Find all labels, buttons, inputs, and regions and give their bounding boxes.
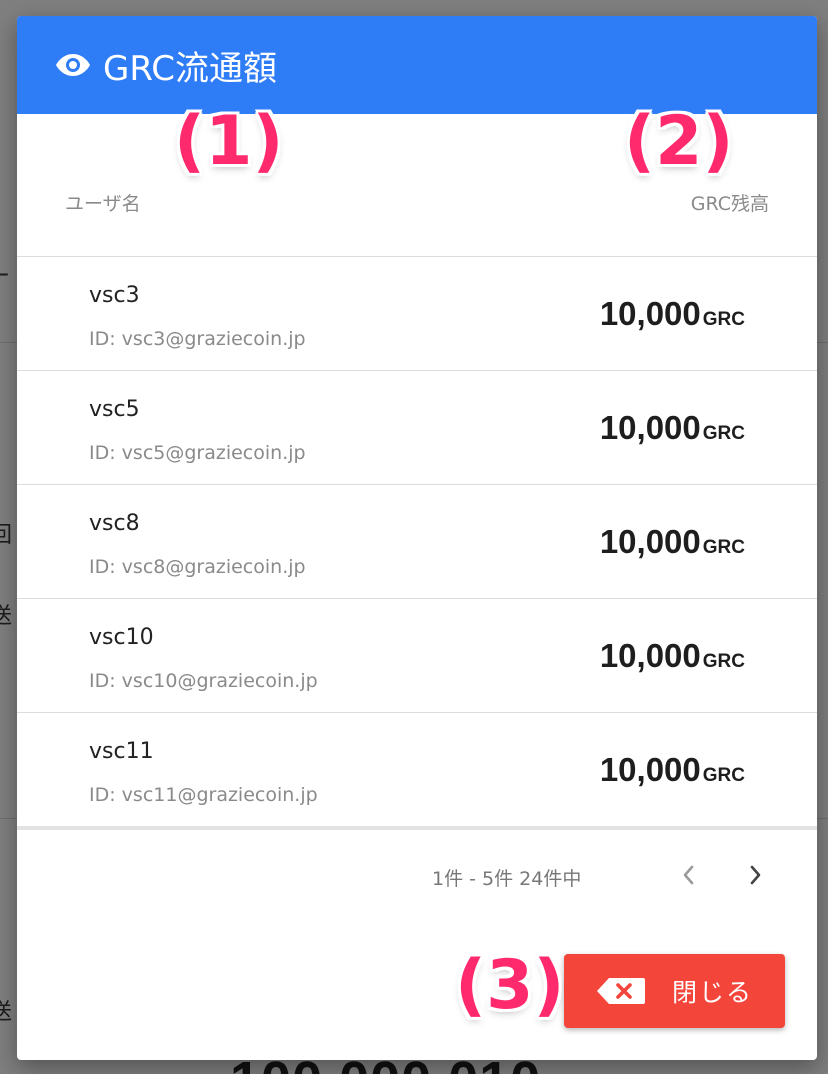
balance-unit: GRC bbox=[702, 537, 745, 558]
background-text: 送 bbox=[0, 1000, 13, 1025]
background-text: 回 bbox=[0, 523, 13, 548]
table-row[interactable]: vsc3 ID: vsc3@graziecoin.jp 10,000 GRC bbox=[17, 257, 817, 371]
user-name: vsc8 bbox=[89, 511, 140, 536]
user-name: vsc5 bbox=[89, 397, 140, 422]
user-id: ID: vsc5@graziecoin.jp bbox=[89, 442, 306, 464]
balance-value: 10,000 bbox=[599, 409, 701, 446]
annotation-marker-3: (3) bbox=[455, 946, 565, 1025]
dialog-header: GRC流通額 bbox=[17, 16, 817, 114]
column-header-balance[interactable]: GRC残高 bbox=[691, 189, 769, 216]
column-header-user[interactable]: ユーザ名 bbox=[65, 189, 141, 216]
user-name: vsc10 bbox=[89, 625, 154, 650]
balance-unit: GRC bbox=[702, 651, 745, 672]
next-page-button[interactable] bbox=[738, 859, 774, 895]
grc-balance: 10,000 GRC bbox=[600, 637, 745, 675]
user-id: ID: vsc11@graziecoin.jp bbox=[89, 784, 318, 806]
table-row[interactable]: vsc5 ID: vsc5@graziecoin.jp 10,000 GRC bbox=[17, 371, 817, 485]
table-row[interactable]: vsc10 ID: vsc10@graziecoin.jp 10,000 GRC bbox=[17, 599, 817, 713]
balance-unit: GRC bbox=[702, 309, 745, 330]
grc-balance: 10,000 GRC bbox=[600, 523, 745, 561]
backspace-x-icon bbox=[596, 977, 646, 1005]
annotation-marker-2: (2) bbox=[624, 102, 734, 181]
close-button-label: 閉じる bbox=[671, 978, 753, 1007]
balance-value: 10,000 bbox=[599, 751, 701, 788]
table-footer-divider bbox=[17, 826, 817, 830]
grc-balance: 10,000 GRC bbox=[600, 295, 745, 333]
balance-unit: GRC bbox=[702, 423, 745, 444]
chevron-right-icon bbox=[749, 864, 763, 890]
table-row[interactable]: vsc8 ID: vsc8@graziecoin.jp 10,000 GRC bbox=[17, 485, 817, 599]
annotation-marker-1: (1) bbox=[174, 102, 284, 181]
user-id: ID: vsc8@graziecoin.jp bbox=[89, 556, 306, 578]
background-text: ー bbox=[0, 258, 10, 290]
previous-page-button[interactable] bbox=[670, 859, 706, 895]
grc-balance: 10,000 GRC bbox=[600, 409, 745, 447]
table-row[interactable]: vsc11 ID: vsc11@graziecoin.jp 10,000 GRC bbox=[17, 713, 817, 827]
balance-unit: GRC bbox=[702, 765, 745, 786]
eye-icon bbox=[55, 52, 91, 78]
user-id: ID: vsc3@graziecoin.jp bbox=[89, 328, 306, 350]
balance-value: 10,000 bbox=[599, 637, 701, 674]
balance-value: 10,000 bbox=[599, 295, 701, 332]
pagination-summary: 1件 - 5件 24件中 bbox=[432, 868, 582, 890]
balance-value: 10,000 bbox=[599, 523, 701, 560]
chevron-left-icon bbox=[681, 864, 695, 890]
close-button[interactable]: 閉じる bbox=[564, 954, 785, 1028]
user-name: vsc3 bbox=[89, 283, 140, 308]
user-balance-list: vsc3 ID: vsc3@graziecoin.jp 10,000 GRC vs… bbox=[17, 257, 817, 827]
user-id: ID: vsc10@graziecoin.jp bbox=[89, 670, 318, 692]
grc-balance: 10,000 GRC bbox=[600, 751, 745, 789]
dialog-title: GRC流通額 bbox=[103, 48, 278, 89]
background-text: 送 bbox=[0, 604, 13, 629]
user-name: vsc11 bbox=[89, 739, 154, 764]
